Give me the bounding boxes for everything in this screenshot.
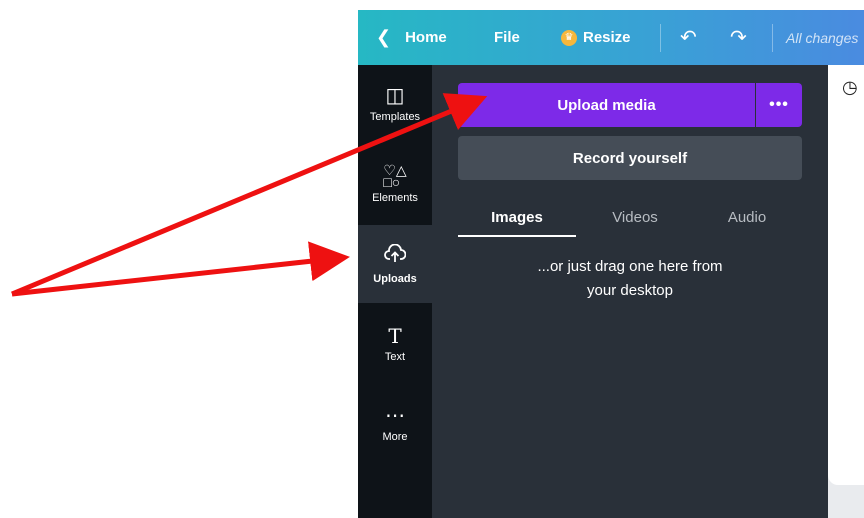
rail-item-label: Text bbox=[384, 351, 406, 363]
drag-drop-hint: ...or just drag one here from your deskt… bbox=[458, 255, 802, 303]
resize-button[interactable]: ♛ Resize bbox=[561, 10, 631, 65]
file-menu-button[interactable]: File bbox=[494, 10, 520, 65]
upload-cloud-icon bbox=[384, 243, 407, 269]
arrow-to-uploads bbox=[11, 241, 350, 297]
home-button[interactable]: ❮ Home bbox=[376, 10, 447, 65]
rail-item-text[interactable]: T Text bbox=[358, 305, 432, 383]
rail-item-uploads[interactable]: Uploads bbox=[358, 225, 432, 303]
resize-label: Resize bbox=[583, 29, 631, 46]
design-page[interactable]: ◷ bbox=[828, 65, 864, 485]
rail-item-templates[interactable]: ◫ Templates bbox=[358, 65, 432, 143]
side-rail: ◫ Templates ♡△ □○ Elements Uploads T Text… bbox=[358, 65, 432, 518]
more-options-button[interactable]: ••• bbox=[756, 83, 802, 127]
toolbar-divider bbox=[660, 24, 661, 52]
redo-icon[interactable]: ↷ bbox=[730, 10, 747, 65]
toolbar-divider bbox=[772, 24, 773, 52]
drag-hint-line: ...or just drag one here from bbox=[537, 258, 723, 275]
rail-item-label: More bbox=[382, 431, 408, 443]
design-canvas-area[interactable]: ◷ bbox=[828, 65, 864, 518]
tab-audio[interactable]: Audio bbox=[688, 199, 806, 235]
rail-item-label: Elements bbox=[372, 192, 418, 204]
home-label: Home bbox=[405, 29, 447, 46]
templates-icon: ◫ bbox=[385, 85, 405, 107]
elements-icon: ♡△ □○ bbox=[383, 162, 407, 190]
rail-item-elements[interactable]: ♡△ □○ Elements bbox=[358, 145, 432, 223]
tab-images[interactable]: Images bbox=[458, 199, 576, 237]
drag-hint-line: your desktop bbox=[587, 282, 673, 299]
tab-videos[interactable]: Videos bbox=[576, 199, 694, 235]
rail-item-label: Uploads bbox=[373, 272, 417, 285]
clock-icon[interactable]: ◷ bbox=[842, 77, 858, 98]
chevron-left-icon: ❮ bbox=[376, 27, 392, 47]
save-status: All changes bbox=[786, 29, 859, 46]
rail-item-more[interactable]: ⋯ More bbox=[358, 385, 432, 463]
more-dots-icon: ⋯ bbox=[385, 405, 405, 427]
record-yourself-button[interactable]: Record yourself bbox=[458, 136, 802, 180]
uploads-panel: Upload media ••• Record yourself Images … bbox=[432, 65, 828, 518]
undo-icon[interactable]: ↶ bbox=[680, 10, 697, 65]
top-toolbar: ❮ Home File ♛ Resize ↶ ↷ All changes bbox=[358, 10, 864, 65]
text-icon: T bbox=[388, 324, 402, 348]
rail-item-label: Templates bbox=[369, 111, 421, 123]
crown-icon: ♛ bbox=[561, 29, 577, 46]
upload-media-button[interactable]: Upload media bbox=[458, 83, 755, 127]
